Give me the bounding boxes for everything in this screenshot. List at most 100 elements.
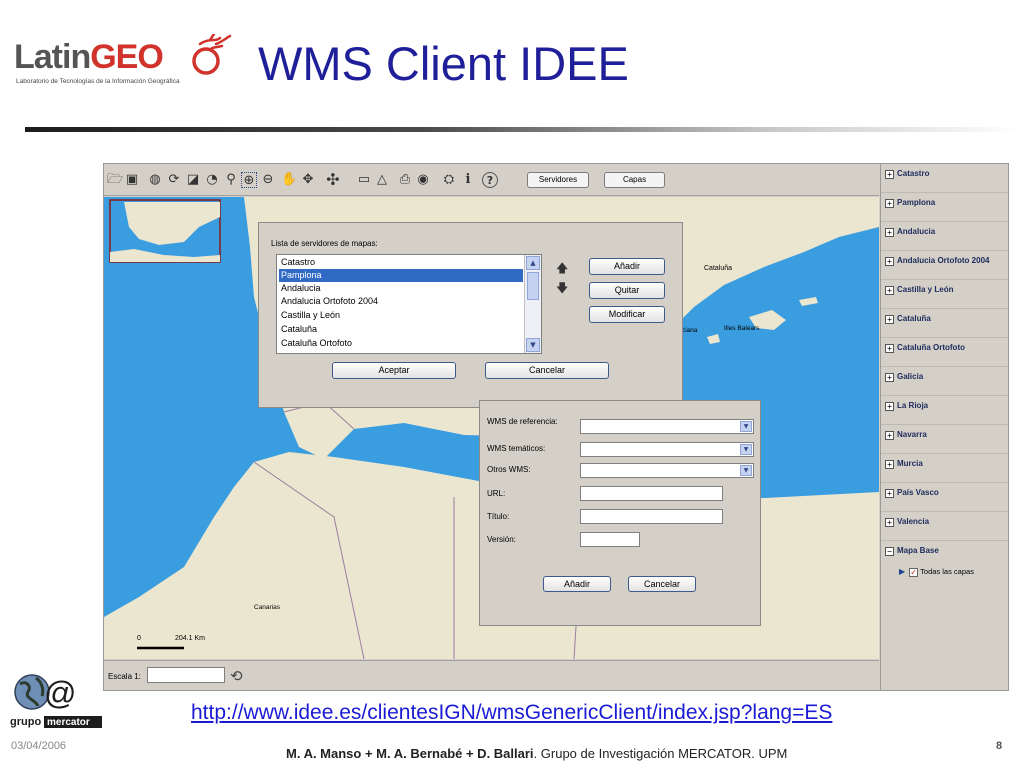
otros-wms-select[interactable]: ▼	[580, 463, 754, 478]
layer-sublayer[interactable]: ▶ ✓ Todas las capas	[899, 567, 974, 577]
version-label: Versión:	[487, 535, 516, 544]
listbox-scrollbar[interactable]: ▲ ▼	[524, 255, 541, 353]
layer-item[interactable]: + Cataluña Ortofoto	[881, 338, 1008, 367]
expand-icon[interactable]: +	[885, 402, 894, 411]
save-icon[interactable]: ▣	[124, 172, 140, 188]
map-label-valenciana: ciana	[682, 327, 698, 334]
globe-icon[interactable]: ◍	[147, 172, 163, 188]
map-frame-icon[interactable]: ▭	[356, 172, 372, 188]
layer-item[interactable]: + Catastro	[881, 164, 1008, 193]
layer-item[interactable]: + Murcia	[881, 454, 1008, 483]
url-field[interactable]	[580, 486, 723, 501]
layer-item[interactable]: + Galicia	[881, 367, 1008, 396]
list-item[interactable]: Catastro	[279, 256, 523, 269]
cancelar-server-button[interactable]: Cancelar	[485, 362, 609, 379]
server-listbox[interactable]: Catastro Pamplona Andalucia Andalucia Or…	[276, 254, 542, 354]
expand-icon[interactable]: +	[885, 373, 894, 382]
list-item[interactable]: Andalucia Ortofoto 2004	[279, 295, 523, 308]
expand-icon[interactable]: +	[885, 199, 894, 208]
expand-icon[interactable]: +	[885, 315, 894, 324]
help-icon[interactable]: ?	[482, 172, 498, 188]
capas-button[interactable]: Capas	[604, 172, 665, 188]
expand-icon[interactable]: +	[885, 257, 894, 266]
layer-item[interactable]: + Cataluña	[881, 309, 1008, 338]
layer-item[interactable]: + Navarra	[881, 425, 1008, 454]
checkbox-checked-icon[interactable]: ✓	[909, 568, 919, 577]
binoculars-icon[interactable]: ⛭	[441, 172, 457, 188]
expand-icon[interactable]: +	[885, 518, 894, 527]
add-server-dialog: WMS de referencia: ▼ WMS temáticos: ▼ Ot…	[479, 400, 761, 626]
layers-panel: + Catastro + Pamplona + Andalucia + Andaluci…	[880, 164, 1008, 690]
aceptar-button[interactable]: Aceptar	[332, 362, 456, 379]
latingeo-logo-subtitle: Laboratorio de Tecnologías de la Informa…	[16, 78, 180, 85]
expand-icon[interactable]: +	[885, 286, 894, 295]
zoom-extent-icon[interactable]: ◪	[185, 172, 201, 188]
servidores-button[interactable]: Servidores	[527, 172, 589, 188]
overview-map[interactable]	[109, 199, 221, 263]
layer-item[interactable]: + Valencia	[881, 512, 1008, 541]
version-field[interactable]	[580, 532, 640, 547]
authors-names: M. A. Manso + M. A. Bernabé + D. Ballari	[286, 746, 534, 761]
footer-date: 03/04/2006	[11, 740, 67, 752]
scalebar-start: 0	[137, 635, 141, 642]
info-icon[interactable]: i	[460, 172, 476, 188]
scroll-thumb[interactable]	[527, 272, 539, 300]
move-up-icon[interactable]: 🡅	[556, 259, 568, 280]
expand-icon[interactable]: +	[885, 228, 894, 237]
triangle-right-icon: ▶	[899, 567, 906, 576]
expand-icon[interactable]: +	[885, 431, 894, 440]
client-url-link[interactable]: http://www.idee.es/clientesIGN/wmsGeneri…	[191, 701, 832, 725]
expand-icon[interactable]: +	[885, 460, 894, 469]
cancelar-button[interactable]: Cancelar	[628, 576, 696, 592]
layer-item[interactable]: + País Vasco	[881, 483, 1008, 512]
anadir-button[interactable]: Añadir	[543, 576, 611, 592]
at-sign-icon: @	[44, 675, 76, 711]
chevron-down-icon[interactable]: ▼	[740, 444, 752, 455]
modificar-button[interactable]: Modificar	[589, 306, 665, 323]
grupo-mercator-logo: @ grupo mercator	[10, 674, 102, 728]
pan-arrows-icon[interactable]: ✣	[325, 172, 341, 188]
layer-item[interactable]: + Castilla y León	[881, 280, 1008, 309]
quitar-button[interactable]: Quitar	[589, 282, 665, 299]
zoom-next-icon[interactable]: ⚲	[223, 172, 239, 188]
otros-wms-label: Otros WMS:	[487, 465, 531, 474]
scale-label: Escala 1:	[108, 672, 141, 681]
logo-mercator-text: mercator	[47, 717, 90, 728]
folder-icon[interactable]: 🗁	[107, 172, 123, 188]
scroll-down-icon[interactable]: ▼	[526, 338, 540, 352]
list-item[interactable]: Cataluña Ortofoto	[279, 337, 523, 350]
anadir-server-button[interactable]: Añadir	[589, 258, 665, 275]
server-list-label: Lista de servidores de mapas:	[271, 239, 378, 248]
layer-item[interactable]: + Andalucia	[881, 222, 1008, 251]
chevron-down-icon[interactable]: ▼	[740, 421, 752, 432]
layer-item[interactable]: + La Rioja	[881, 396, 1008, 425]
server-list-dialog: Lista de servidores de mapas: Catastro P…	[258, 222, 683, 408]
camera-icon[interactable]: ◉	[415, 172, 431, 188]
wms-tematicos-select[interactable]: ▼	[580, 442, 754, 457]
titulo-field[interactable]	[580, 509, 723, 524]
measure-icon[interactable]: △	[374, 172, 390, 188]
pan-move-icon[interactable]: ✥	[300, 172, 316, 188]
list-item[interactable]: Castilla y León	[279, 309, 523, 322]
zoom-previous-icon[interactable]: ◔	[204, 172, 220, 188]
zoom-in-box-icon[interactable]: ⊕	[241, 172, 257, 188]
expand-icon[interactable]: +	[885, 344, 894, 353]
refresh-icon[interactable]: ⟳	[166, 172, 182, 188]
layer-item[interactable]: + Pamplona	[881, 193, 1008, 222]
move-down-icon[interactable]: 🡇	[556, 279, 568, 300]
list-item-selected[interactable]: Pamplona	[279, 269, 523, 282]
scroll-up-icon[interactable]: ▲	[526, 256, 540, 270]
collapse-icon[interactable]: −	[885, 547, 894, 556]
chevron-down-icon[interactable]: ▼	[740, 465, 752, 476]
scale-input[interactable]	[147, 667, 225, 683]
expand-icon[interactable]: +	[885, 170, 894, 179]
layer-item[interactable]: + Andalucia Ortofoto 2004	[881, 251, 1008, 280]
expand-icon[interactable]: +	[885, 489, 894, 498]
print-icon[interactable]: ⎙	[397, 172, 413, 188]
list-item[interactable]: Andalucia	[279, 282, 523, 295]
refresh-scale-icon[interactable]: ⟲	[230, 667, 243, 685]
pan-hand-icon[interactable]: ✋	[281, 172, 297, 188]
wms-referencia-select[interactable]: ▼	[580, 419, 754, 434]
list-item[interactable]: Cataluña	[279, 323, 523, 336]
zoom-out-icon[interactable]: ⊖	[260, 172, 276, 188]
